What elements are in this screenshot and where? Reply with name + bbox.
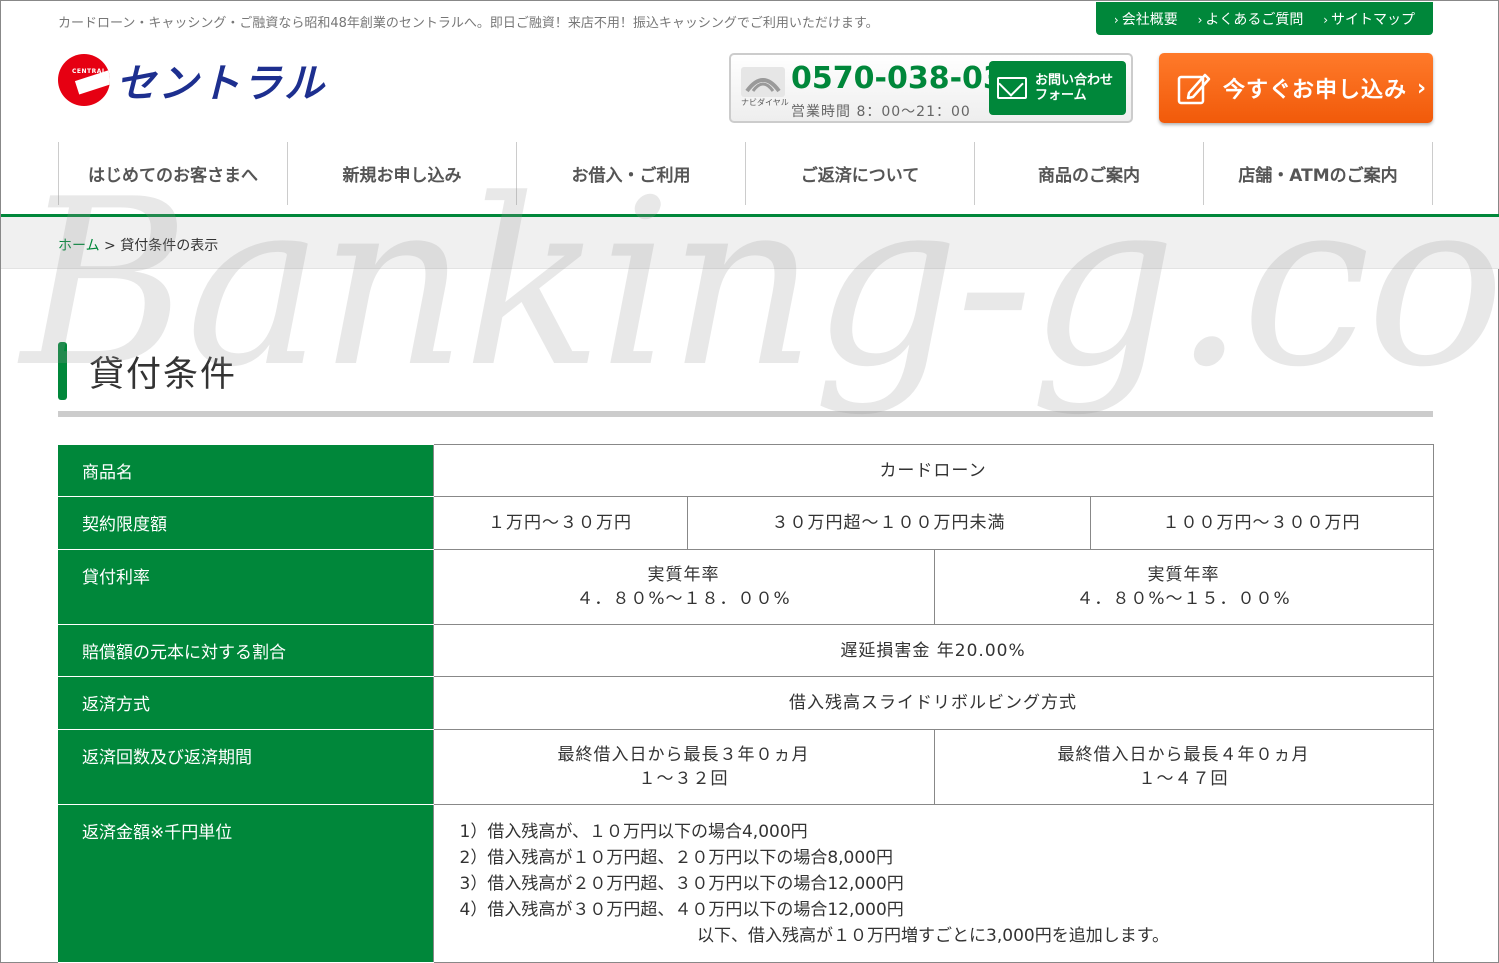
row-label-product: 商品名	[58, 444, 433, 497]
toplink-faq[interactable]: › よくあるご質問	[1198, 9, 1304, 29]
global-nav: はじめてのお客さまへ 新規お申し込み お借入・ご利用 ご返済について 商品のご案…	[58, 142, 1433, 205]
limit-tier-1: １万円〜３０万円	[432, 496, 688, 550]
breadcrumb-current: 貸付条件の表示	[120, 238, 219, 254]
chevron-right-icon: ›	[1417, 75, 1427, 101]
row-label-period: 返済回数及び返済期間	[58, 729, 433, 805]
nav-new-application[interactable]: 新規お申し込み	[287, 142, 516, 205]
nav-repayment[interactable]: ご返済について	[745, 142, 974, 205]
loan-terms-table: 商品名 カードローン 契約限度額 １万円〜３０万円 ３０万円超〜１００万円未満 …	[58, 444, 1434, 963]
nav-stores-atm[interactable]: 店舗・ATMのご案内	[1203, 142, 1433, 205]
page-heading: 貸付条件	[58, 342, 237, 400]
nav-borrowing[interactable]: お借入・ご利用	[516, 142, 745, 205]
damages-value: 遅延損害金 年20.00%	[432, 624, 1434, 677]
table-row: 返済金額※千円単位 1）借入残高が、１０万円以下の場合4,000円 2）借入残高…	[58, 804, 1434, 963]
period-tier-1: 最終借入日から最長３年０ヵ月 １〜３２回	[432, 729, 935, 805]
table-row: 商品名 カードローン	[58, 444, 1434, 497]
amount-list: 1）借入残高が、１０万円以下の場合4,000円 2）借入残高が１０万円超、２０万…	[432, 804, 1434, 963]
site-logo[interactable]: CENTRAL セントラル	[58, 51, 326, 109]
heading-accent-bar	[58, 342, 67, 400]
logo-text: セントラル	[116, 61, 326, 107]
chevron-right-icon: ›	[1323, 12, 1329, 27]
site-tagline: カードローン・キャッシング・ご融資なら昭和48年創業のセントラルへ。即日ご融資！…	[58, 16, 879, 31]
amount-note: 以下、借入残高が１０万円増すごとに3,000円を追加します。	[697, 926, 1169, 946]
period-tier-2: 最終借入日から最長４年０ヵ月 １〜４７回	[933, 729, 1434, 805]
list-item: 3）借入残高が２０万円超、３０万円以下の場合12,000円	[459, 874, 904, 894]
row-label-method: 返済方式	[58, 676, 433, 730]
list-item: 4）借入残高が３０万円超、４０万円以下の場合12,000円	[459, 900, 904, 920]
table-row: 貸付利率 実質年率 ４．８０%〜１８．００% 実質年率 ４．８０%〜１５．００%	[58, 549, 1434, 625]
logo-mark-icon: CENTRAL	[58, 54, 110, 106]
row-label-amount: 返済金額※千円単位	[58, 804, 433, 963]
method-value: 借入残高スライドリボルビング方式	[432, 676, 1434, 730]
nav-products[interactable]: 商品のご案内	[974, 142, 1203, 205]
table-row: 賠償額の元本に対する割合 遅延損害金 年20.00%	[58, 624, 1434, 677]
table-row: 契約限度額 １万円〜３０万円 ３０万円超〜１００万円未満 １００万円〜３００万円	[58, 496, 1434, 550]
top-links-bar: › 会社概要 › よくあるご質問 › サイトマップ	[1096, 2, 1433, 35]
list-item: 2）借入残高が１０万円超、２０万円以下の場合8,000円	[459, 848, 893, 868]
navi-dial-icon	[741, 67, 785, 97]
rate-tier-1: 実質年率 ４．８０%〜１８．００%	[432, 549, 935, 625]
breadcrumb: ホーム > 貸付条件の表示	[58, 238, 219, 254]
table-row: 返済方式 借入残高スライドリボルビング方式	[58, 676, 1434, 730]
rate-tier-2: 実質年率 ４．８０%〜１５．００%	[933, 549, 1434, 625]
toplink-company[interactable]: › 会社概要	[1114, 9, 1178, 29]
list-item: 1）借入残高が、１０万円以下の場合4,000円	[459, 822, 808, 842]
limit-tier-2: ３０万円超〜１００万円未満	[686, 496, 1091, 550]
mail-icon	[997, 77, 1027, 99]
row-label-rate: 貸付利率	[58, 549, 433, 625]
apply-now-button[interactable]: 今すぐお申し込み ›	[1159, 53, 1433, 123]
breadcrumb-home[interactable]: ホーム	[58, 238, 100, 254]
page-title: 貸付条件	[89, 354, 238, 395]
nav-first-time[interactable]: はじめてのお客さまへ	[58, 142, 287, 205]
row-label-damages: 賠償額の元本に対する割合	[58, 624, 433, 677]
toplink-sitemap[interactable]: › サイトマップ	[1323, 9, 1415, 29]
breadcrumb-bar: ホーム > 貸付条件の表示	[1, 217, 1499, 269]
contact-form-button[interactable]: お問い合わせ フォーム	[989, 61, 1126, 115]
pen-edit-icon	[1177, 73, 1211, 105]
chevron-right-icon: ›	[1113, 12, 1119, 27]
table-row: 返済回数及び返済期間 最終借入日から最長３年０ヵ月 １〜３２回 最終借入日から最長…	[58, 729, 1434, 805]
navi-dial-label: ナビダイヤル	[741, 98, 789, 107]
business-hours: 営業時間 8：00〜21：00	[791, 104, 971, 120]
phone-box: ナビダイヤル 0570-038-038 営業時間 8：00〜21：00 お問い合…	[729, 53, 1133, 123]
heading-rule	[58, 411, 1433, 417]
chevron-right-icon: ›	[1197, 12, 1203, 27]
limit-tier-3: １００万円〜３００万円	[1089, 496, 1434, 550]
product-value: カードローン	[432, 444, 1434, 497]
row-label-limit: 契約限度額	[58, 496, 433, 550]
